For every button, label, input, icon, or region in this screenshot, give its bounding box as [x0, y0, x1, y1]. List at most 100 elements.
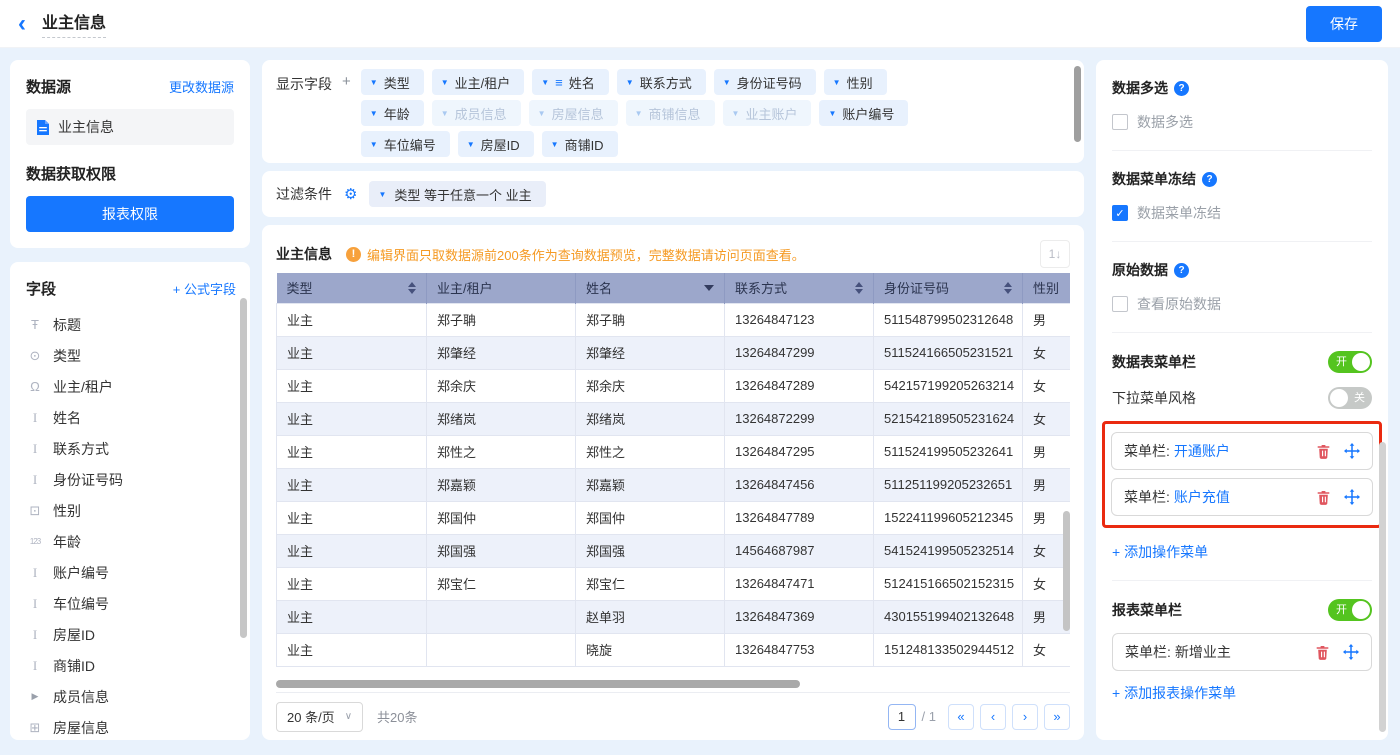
field-item[interactable]: Ŧ标题 — [26, 309, 236, 340]
chip-row: ▼年龄 ▼成员信息 ▼房屋信息 ▼商铺信息 ▼业主账户 ▼账户编号 — [361, 100, 909, 126]
table-sort-button[interactable]: 1↓ — [1040, 240, 1070, 268]
multi-select-checkbox[interactable] — [1112, 114, 1128, 130]
save-button[interactable]: 保存 — [1306, 6, 1382, 42]
column-header[interactable]: 姓名 — [576, 273, 725, 303]
column-header[interactable]: 联系方式 — [725, 273, 874, 303]
field-item[interactable]: ⊙类型 — [26, 340, 236, 371]
first-page-button[interactable]: « — [948, 704, 974, 730]
column-header[interactable]: 身份证号码 — [874, 273, 1023, 303]
person-icon: Ω — [26, 379, 44, 394]
display-field-chip[interactable]: ▼业主/租户 — [432, 69, 525, 95]
display-field-chip[interactable]: ▼房屋信息 — [529, 100, 618, 126]
page-size-select[interactable]: 20 条/页 ∨ — [276, 702, 363, 732]
raw-data-checkbox[interactable] — [1112, 296, 1128, 312]
raw-data-checkbox-row[interactable]: 查看原始数据 — [1112, 294, 1372, 314]
display-field-chip[interactable]: ▼账户编号 — [819, 100, 908, 126]
report-menu-toggle[interactable]: 开 — [1328, 599, 1372, 621]
move-icon[interactable] — [1344, 489, 1360, 505]
display-fields-scrollbar-thumb[interactable] — [1074, 66, 1081, 142]
filter-condition-chip[interactable]: ▼ 类型 等于任意一个 业主 — [369, 181, 545, 207]
current-page-input[interactable]: 1 — [888, 704, 916, 730]
field-item[interactable]: I联系方式 — [26, 433, 236, 464]
display-field-chip[interactable]: ▼成员信息 — [432, 100, 521, 126]
chip-label: 姓名 — [569, 73, 595, 92]
last-page-button[interactable]: » — [1044, 704, 1070, 730]
display-field-chip[interactable]: ▼类型 — [361, 69, 424, 95]
field-item[interactable]: I账户编号 — [26, 557, 236, 588]
table-cell: 郑绪岚 — [427, 402, 576, 435]
display-field-chip[interactable]: ▼身份证号码 — [714, 69, 816, 95]
display-field-chip[interactable]: ▼房屋ID — [458, 131, 534, 157]
field-item[interactable]: I房屋ID — [26, 619, 236, 650]
table-cell: 郑性之 — [576, 435, 725, 468]
multi-select-checkbox-label: 数据多选 — [1137, 112, 1193, 132]
menu-freeze-checkbox[interactable]: ✓ — [1112, 205, 1128, 221]
column-header[interactable]: 业主/租户 — [427, 273, 576, 303]
add-report-action-menu-link[interactable]: + 添加报表操作菜单 — [1112, 683, 1236, 703]
table-cell: 郑宝仁 — [576, 567, 725, 600]
report-permission-button[interactable]: 报表权限 — [26, 196, 234, 232]
help-icon[interactable]: ? — [1174, 263, 1189, 278]
add-display-field-button[interactable]: + — [342, 69, 351, 90]
chip-label: 联系方式 — [640, 73, 692, 92]
add-action-menu-link[interactable]: + 添加操作菜单 — [1112, 542, 1208, 562]
field-item[interactable]: I身份证号码 — [26, 464, 236, 495]
dropdown-style-toggle[interactable]: 关 — [1328, 387, 1372, 409]
field-item[interactable]: ⊞房屋信息 — [26, 712, 236, 740]
trash-icon[interactable] — [1316, 444, 1331, 459]
chevron-down-icon: ▼ — [378, 190, 386, 199]
prev-page-button[interactable]: ‹ — [980, 704, 1006, 730]
field-item[interactable]: Ω业主/租户 — [26, 371, 236, 402]
table-cell — [427, 600, 576, 633]
warning-icon: ! — [346, 247, 361, 262]
menu-bar-item[interactable]: 菜单栏:账户充值 — [1111, 478, 1373, 516]
table-cell: 511524199505232641 — [874, 435, 1023, 468]
back-icon[interactable]: ‹ — [18, 12, 26, 36]
column-header[interactable]: 性别 — [1023, 273, 1071, 303]
table-menu-toggle[interactable]: 开 — [1328, 351, 1372, 373]
multi-select-title: 数据多选 — [1112, 78, 1168, 98]
display-field-chip[interactable]: ▼业主账户 — [723, 100, 812, 126]
table-cell: 郑国仲 — [576, 501, 725, 534]
next-page-button[interactable]: › — [1012, 704, 1038, 730]
display-field-chip[interactable]: ▼联系方式 — [617, 69, 706, 95]
display-field-chip[interactable]: ▼性别 — [824, 69, 887, 95]
multi-select-checkbox-row[interactable]: 数据多选 — [1112, 112, 1372, 132]
fields-scrollbar-thumb[interactable] — [240, 298, 247, 638]
display-field-chip[interactable]: ▼商铺信息 — [626, 100, 715, 126]
chip-label: 车位编号 — [384, 135, 436, 154]
field-item[interactable]: I姓名 — [26, 402, 236, 433]
field-item[interactable]: ⊡性别 — [26, 495, 236, 526]
move-icon[interactable] — [1343, 644, 1359, 660]
text-icon: I — [26, 472, 44, 488]
change-datasource-link[interactable]: 更改数据源 — [169, 77, 234, 96]
display-field-chip[interactable]: ▼年龄 — [361, 100, 424, 126]
chevron-down-icon: ▼ — [441, 78, 449, 87]
field-item[interactable]: I商铺ID — [26, 650, 236, 681]
trash-icon[interactable] — [1315, 645, 1330, 660]
add-formula-field-link[interactable]: + 公式字段 — [173, 279, 236, 298]
table-hscrollbar-thumb[interactable] — [276, 680, 800, 688]
table-cell: 郑国仲 — [427, 501, 576, 534]
display-field-chip[interactable]: ▼车位编号 — [361, 131, 450, 157]
table-cell: 13264847123 — [725, 303, 874, 336]
menu-bar-item[interactable]: 菜单栏:新增业主 — [1112, 633, 1372, 671]
field-item[interactable]: 123年龄 — [26, 526, 236, 557]
trash-icon[interactable] — [1316, 490, 1331, 505]
field-item[interactable]: I车位编号 — [26, 588, 236, 619]
filter-settings-gear-icon[interactable]: ⚙ — [344, 185, 357, 203]
move-icon[interactable] — [1344, 443, 1360, 459]
settings-scrollbar-thumb[interactable] — [1379, 442, 1386, 732]
column-header[interactable]: 类型 — [277, 273, 427, 303]
menu-freeze-checkbox-row[interactable]: ✓ 数据菜单冻结 — [1112, 203, 1372, 223]
display-field-chip[interactable]: ▼商铺ID — [542, 131, 618, 157]
menu-bar-item[interactable]: 菜单栏:开通账户 — [1111, 432, 1373, 470]
help-icon[interactable]: ? — [1174, 81, 1189, 96]
field-item[interactable]: ▶成员信息 — [26, 681, 236, 712]
datasource-item[interactable]: 业主信息 — [26, 109, 234, 145]
table-header: 类型业主/租户姓名联系方式身份证号码性别 — [277, 273, 1071, 303]
field-item-label: 车位编号 — [53, 594, 109, 614]
help-icon[interactable]: ? — [1202, 172, 1217, 187]
display-field-chip[interactable]: ▼≡姓名 — [532, 69, 609, 95]
table-vscrollbar-thumb[interactable] — [1063, 511, 1070, 631]
